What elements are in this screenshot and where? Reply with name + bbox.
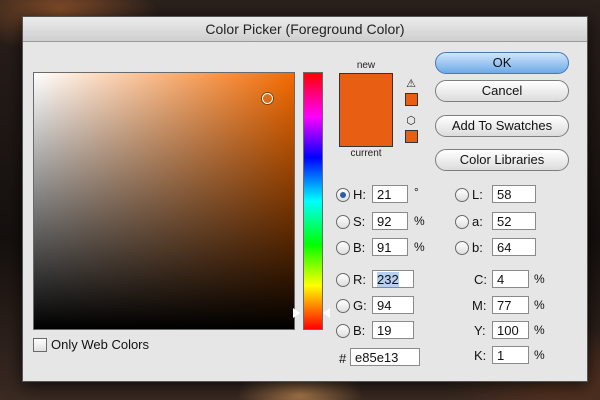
a-channel-field[interactable]: 52 bbox=[492, 212, 536, 230]
hue-radio[interactable] bbox=[336, 188, 350, 202]
only-web-colors-label[interactable]: Only Web Colors bbox=[51, 337, 149, 352]
b-channel-label: b: bbox=[472, 240, 483, 255]
color-picker-dialog: Color Picker (Foreground Color) new curr… bbox=[22, 16, 588, 382]
current-color-label: current bbox=[350, 148, 382, 159]
green-radio[interactable] bbox=[336, 299, 350, 313]
green-field[interactable]: 94 bbox=[372, 296, 414, 314]
new-color-label: new bbox=[356, 60, 376, 71]
gamut-warning-swatch[interactable] bbox=[405, 93, 418, 106]
saturation-radio[interactable] bbox=[336, 215, 350, 229]
hue-label: H: bbox=[353, 187, 366, 202]
red-field-value: 232 bbox=[377, 272, 399, 287]
cyan-unit: % bbox=[534, 272, 545, 286]
color-field[interactable] bbox=[33, 72, 295, 330]
b-channel-radio[interactable] bbox=[455, 241, 469, 255]
window-title: Color Picker (Foreground Color) bbox=[23, 17, 587, 42]
magenta-unit: % bbox=[534, 298, 545, 312]
black-unit: % bbox=[534, 348, 545, 362]
hue-unit: ° bbox=[414, 185, 419, 199]
add-to-swatches-button[interactable]: Add To Swatches bbox=[435, 115, 569, 137]
saturation-unit: % bbox=[414, 214, 425, 228]
brightness-radio[interactable] bbox=[336, 241, 350, 255]
brightness-field[interactable]: 91 bbox=[372, 238, 408, 256]
saturation-label: S: bbox=[353, 214, 366, 229]
blue-radio[interactable] bbox=[336, 324, 350, 338]
magenta-label: M: bbox=[472, 298, 487, 313]
only-web-colors-checkbox[interactable] bbox=[33, 338, 47, 352]
cyan-field[interactable]: 4 bbox=[492, 270, 529, 288]
black-label: K: bbox=[474, 348, 487, 363]
hex-field[interactable]: e85e13 bbox=[350, 348, 420, 366]
green-label: G: bbox=[353, 298, 367, 313]
cube-icon[interactable]: ⬡ bbox=[404, 115, 418, 127]
magenta-field[interactable]: 77 bbox=[492, 296, 529, 314]
hex-label: # bbox=[339, 351, 347, 366]
saturation-field[interactable]: 92 bbox=[372, 212, 408, 230]
hue-slider[interactable] bbox=[303, 72, 323, 330]
lightness-radio[interactable] bbox=[455, 188, 469, 202]
blue-field[interactable]: 19 bbox=[372, 321, 414, 339]
warning-triangle-icon[interactable]: ⚠ bbox=[404, 78, 418, 90]
yellow-unit: % bbox=[534, 323, 545, 337]
ok-button[interactable]: OK bbox=[435, 52, 569, 74]
hue-slider-left-handle[interactable] bbox=[293, 308, 300, 318]
a-channel-radio[interactable] bbox=[455, 215, 469, 229]
lightness-label: L: bbox=[472, 187, 483, 202]
web-safe-swatch[interactable] bbox=[405, 130, 418, 143]
blue-label: B: bbox=[353, 323, 366, 338]
brightness-unit: % bbox=[414, 240, 425, 254]
brightness-label: B: bbox=[353, 240, 366, 255]
yellow-label: Y: bbox=[474, 323, 486, 338]
a-channel-label: a: bbox=[472, 214, 483, 229]
red-radio[interactable] bbox=[336, 273, 350, 287]
red-field[interactable]: 232 bbox=[372, 270, 414, 288]
yellow-field[interactable]: 100 bbox=[492, 321, 529, 339]
black-field[interactable]: 1 bbox=[492, 346, 529, 364]
red-label: R: bbox=[353, 272, 366, 287]
b-channel-field[interactable]: 64 bbox=[492, 238, 536, 256]
hue-slider-right-handle[interactable] bbox=[323, 308, 330, 318]
new-current-swatch[interactable] bbox=[339, 73, 393, 147]
color-libraries-button[interactable]: Color Libraries bbox=[435, 149, 569, 171]
lightness-field[interactable]: 58 bbox=[492, 185, 536, 203]
hue-field[interactable]: 21 bbox=[372, 185, 408, 203]
cancel-button[interactable]: Cancel bbox=[435, 80, 569, 102]
color-field-cursor[interactable] bbox=[262, 93, 273, 104]
cyan-label: C: bbox=[474, 272, 487, 287]
